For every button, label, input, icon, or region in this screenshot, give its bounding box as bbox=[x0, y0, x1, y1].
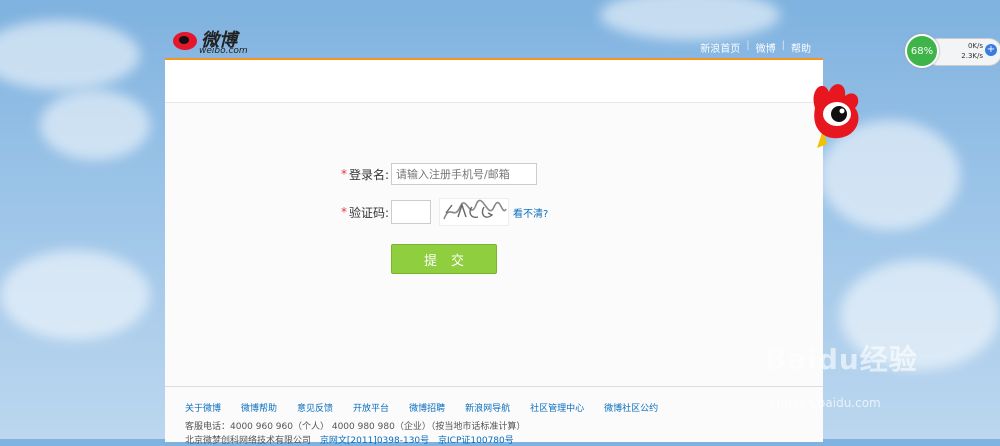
footer-links: 关于微博 微博帮助 意见反馈 开放平台 微博招聘 新浪网导航 社区管理中心 微博… bbox=[185, 401, 658, 414]
footer-link-open-platform[interactable]: 开放平台 bbox=[353, 401, 389, 414]
footer-company: 北京微梦创科网络技术有限公司 bbox=[185, 436, 312, 446]
cloud bbox=[0, 250, 150, 340]
footer-link-community-rules[interactable]: 微博社区公约 bbox=[604, 401, 658, 414]
login-label: 登录名: bbox=[349, 167, 390, 182]
download-speed: 2.3K/s bbox=[961, 52, 983, 60]
footer-link-sina-nav[interactable]: 新浪网导航 bbox=[465, 401, 510, 414]
footer-license-link[interactable]: 京网文[2011]0398-130号 bbox=[320, 436, 429, 446]
required-mark: * bbox=[341, 167, 347, 181]
baidu-watermark-url: jingyan.baidu.com bbox=[770, 396, 881, 410]
login-row: * 登录名: bbox=[341, 163, 537, 185]
upload-speed: 0K/s bbox=[967, 42, 983, 50]
weibo-logo[interactable]: 微博 weibo.com bbox=[169, 26, 259, 58]
footer-link-community-center[interactable]: 社区管理中心 bbox=[530, 401, 584, 414]
footer-link-feedback[interactable]: 意见反馈 bbox=[297, 401, 333, 414]
footer-link-jobs[interactable]: 微博招聘 bbox=[409, 401, 445, 414]
captcha-label: 验证码: bbox=[349, 205, 390, 220]
logo-subtext: weibo.com bbox=[199, 46, 248, 56]
submit-button[interactable]: 提交 bbox=[391, 244, 497, 274]
footer-link-about[interactable]: 关于微博 bbox=[185, 401, 221, 414]
nav-sina-home[interactable]: 新浪首页 bbox=[694, 40, 746, 55]
captcha-refresh-link[interactable]: 看不清? bbox=[513, 205, 548, 220]
footer-link-help[interactable]: 微博帮助 bbox=[241, 401, 277, 414]
plus-icon[interactable]: + bbox=[985, 44, 997, 56]
nav-help[interactable]: 帮助 bbox=[785, 40, 817, 55]
nav-weibo[interactable]: 微博 bbox=[750, 40, 782, 55]
footer-legal: 北京微梦创科网络技术有限公司 京网文[2011]0398-130号 京ICP证1… bbox=[185, 433, 514, 446]
captcha-input[interactable] bbox=[391, 200, 431, 224]
sub-header-bar bbox=[165, 60, 823, 103]
main-panel: * 登录名: * 验证码: 看不清? 提交 关于微博 微博帮助 意见反馈 开放平… bbox=[165, 58, 823, 446]
speed-percent: 68% bbox=[905, 34, 939, 68]
network-speed-widget[interactable]: 68% 0K/s 2.3K/s + bbox=[905, 34, 1000, 68]
required-mark: * bbox=[341, 205, 347, 219]
top-nav: 新浪首页 | 微博 | 帮助 bbox=[694, 40, 817, 55]
cloud bbox=[40, 90, 150, 160]
baidu-watermark: Baidu经验 bbox=[765, 343, 918, 376]
login-input[interactable] bbox=[391, 163, 537, 185]
header: 微博 weibo.com 新浪首页 | 微博 | 帮助 bbox=[165, 0, 823, 58]
cloud bbox=[0, 20, 140, 90]
captcha-row: * 验证码: 看不清? bbox=[341, 198, 548, 226]
footer: 关于微博 微博帮助 意见反馈 开放平台 微博招聘 新浪网导航 社区管理中心 微博… bbox=[165, 386, 823, 446]
weibo-mascot-icon bbox=[813, 84, 859, 148]
footer-icp-link[interactable]: 京ICP证100780号 bbox=[438, 436, 514, 446]
captcha-image[interactable] bbox=[439, 198, 509, 226]
nav-separator: | bbox=[781, 40, 785, 51]
nav-separator: | bbox=[746, 40, 750, 51]
weibo-logo-icon bbox=[173, 32, 197, 50]
footer-hotline: 客服电话：4000 960 960（个人） 4000 980 980（企业）（按… bbox=[185, 422, 526, 432]
